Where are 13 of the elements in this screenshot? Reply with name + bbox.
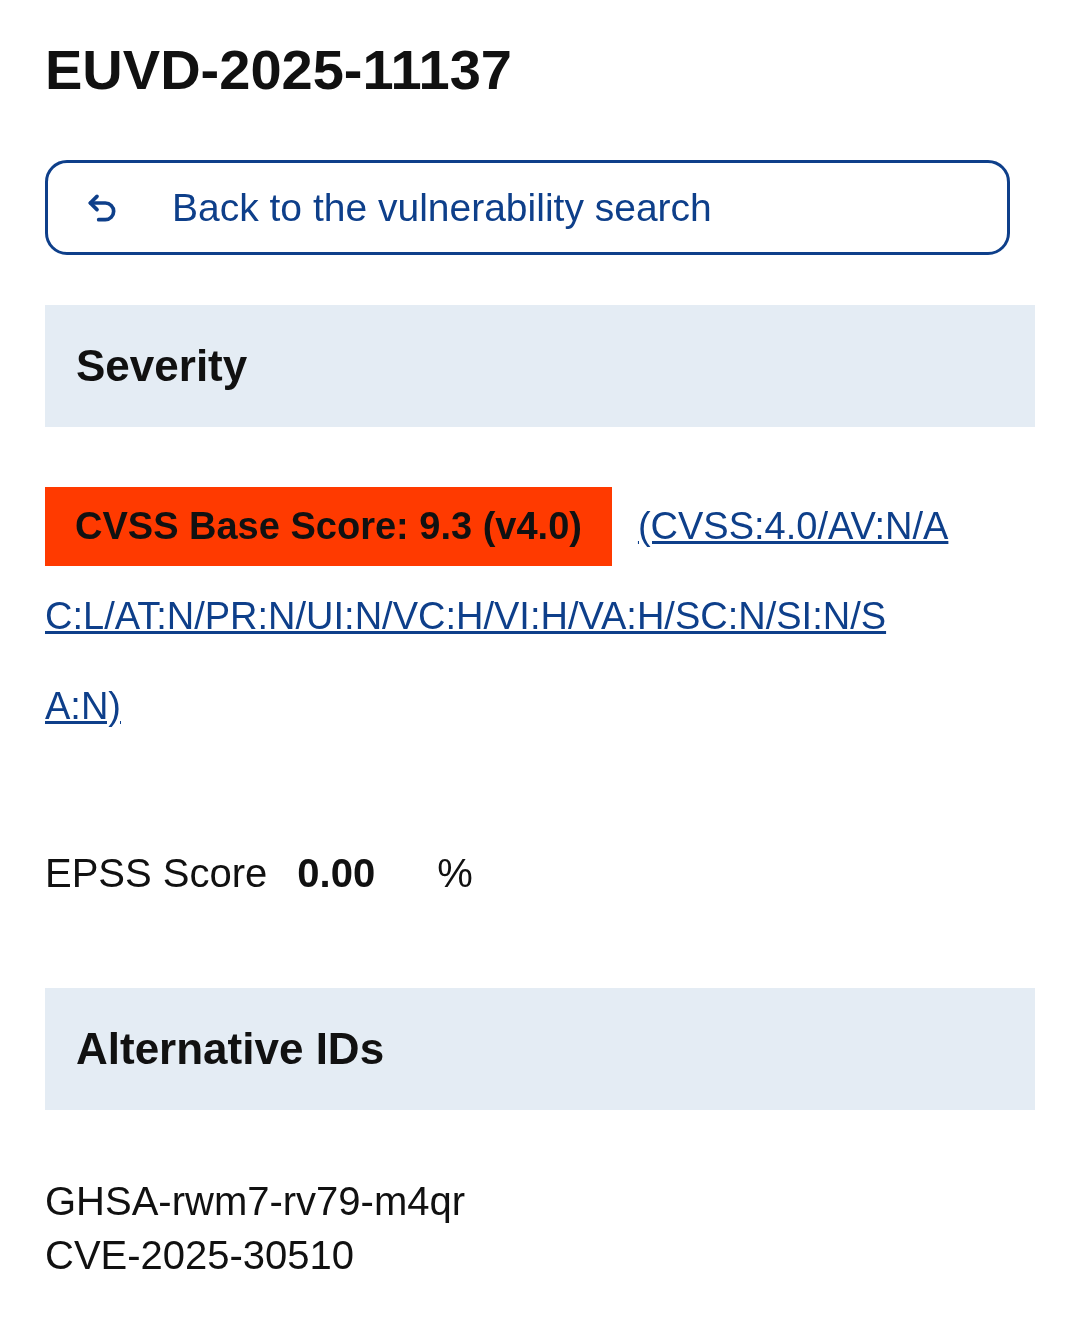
section-heading: Severity — [76, 341, 248, 391]
alternative-id: GHSA-rwm7-rv79-m4qr — [45, 1178, 466, 1225]
epss-label: EPSS Score — [45, 851, 268, 896]
vector-link[interactable]: (CVSS:4.0/AV:N/A — [637, 503, 949, 549]
back-button[interactable]: Back to the vulnerability search — [45, 160, 1010, 255]
alternative-id: CVE-2025-30510 — [45, 1232, 355, 1279]
epss-value: 0.00 — [297, 851, 376, 896]
vector-link[interactable]: A:N) — [45, 683, 121, 729]
epss-unit: % — [437, 851, 473, 896]
section-heading: Alternative IDs — [76, 1024, 385, 1074]
vector-link[interactable]: C:L/AT:N/PR:N/UI:N/VC:H/VI:H/VA:H/SC:N/SI:N/S — [45, 593, 887, 639]
page-title: EUVD-2025-11137 — [45, 37, 513, 103]
score-badge: CVSS Base Score: 9.3 (v4.0) — [45, 486, 612, 566]
